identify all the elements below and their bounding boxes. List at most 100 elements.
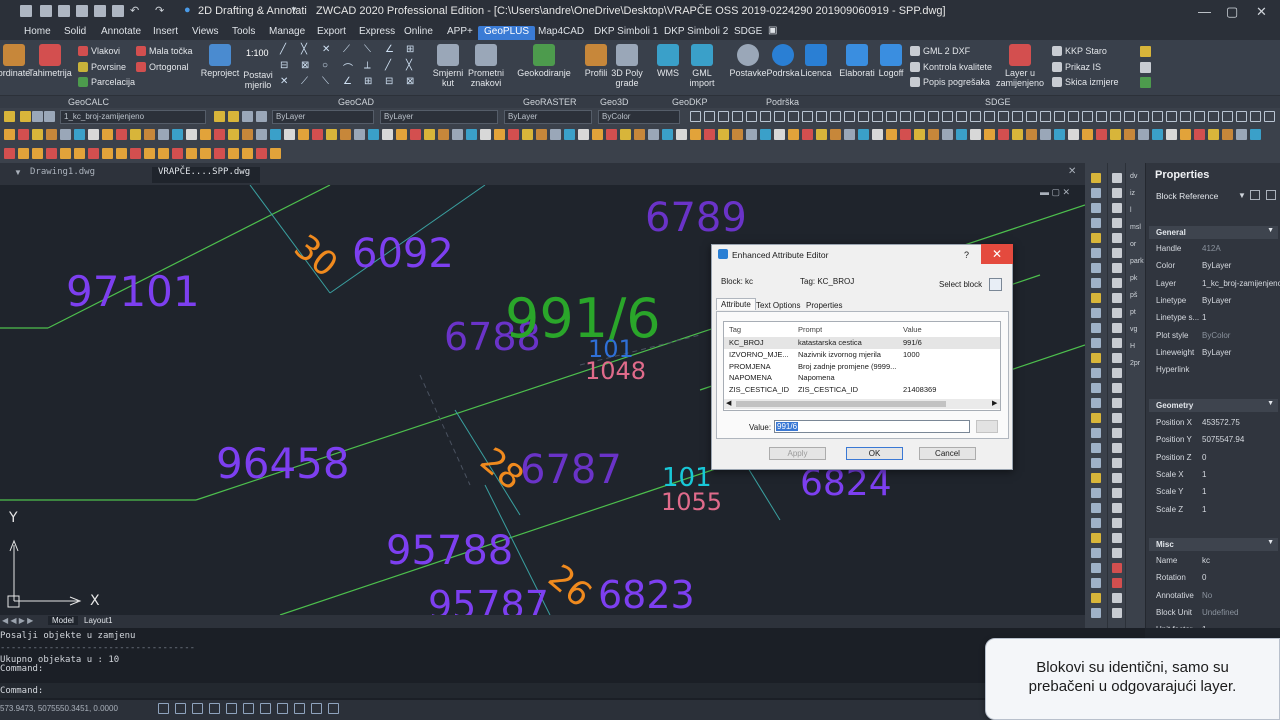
new-file-icon[interactable] [40, 5, 52, 17]
geocad-tool-icon[interactable]: ⌒ [343, 60, 353, 75]
help-button[interactable]: ? [964, 250, 969, 260]
property-value[interactable]: 0 [1202, 573, 1206, 582]
toolbar-icon[interactable] [844, 129, 855, 140]
toolbar-icon[interactable] [102, 129, 113, 140]
draw-tool-icon[interactable] [1091, 278, 1101, 288]
symbol-button[interactable]: msl [1130, 224, 1141, 231]
toolbar-icon[interactable] [676, 129, 687, 140]
attribute-row[interactable]: IZVORNO_MJE... Nazivnik izvornog mjerila 1… [724, 349, 1000, 361]
close-window-button[interactable]: ✕ [1256, 4, 1267, 20]
polar-toggle[interactable] [209, 703, 220, 714]
draw-tool-icon[interactable] [1152, 111, 1163, 122]
draw-tool-icon[interactable] [872, 111, 883, 122]
linetype-combo[interactable]: ByLayer [380, 110, 498, 124]
toolbar-icon[interactable] [508, 129, 519, 140]
grid-toggle[interactable] [175, 703, 186, 714]
tab-properties[interactable]: Properties [804, 300, 844, 311]
toolbar-icon[interactable] [18, 129, 29, 140]
tab-sdge[interactable]: SDGE [728, 26, 768, 40]
toolbar-icon[interactable] [648, 129, 659, 140]
warning-icon[interactable] [1140, 46, 1151, 57]
profili-button[interactable]: Profili [582, 44, 610, 78]
geocad-tool-icon[interactable]: ✕ [280, 76, 288, 87]
prometni-znakovi-button[interactable]: Prometni znakovi [466, 44, 506, 88]
geocad-tool-icon[interactable]: ⊠ [406, 76, 414, 87]
symbol-tool-icon[interactable] [144, 148, 155, 159]
toolbar-icon[interactable] [900, 129, 911, 140]
property-value[interactable]: 5075547.94 [1202, 435, 1244, 444]
toolbar-icon[interactable] [718, 129, 729, 140]
draw-tool-icon[interactable] [1091, 593, 1101, 603]
tab-attribute[interactable]: Attribute [716, 298, 756, 310]
draw-tool-icon[interactable] [1124, 111, 1135, 122]
apply-button[interactable]: Apply [769, 447, 826, 460]
toolbar-icon[interactable] [354, 129, 365, 140]
toolbar-icon[interactable] [326, 129, 337, 140]
toolbar-icon[interactable] [1222, 129, 1233, 140]
toolbar-icon[interactable] [1138, 129, 1149, 140]
symbol-button[interactable]: dv [1130, 173, 1137, 180]
draw-tool-icon[interactable] [1082, 111, 1093, 122]
symbol-button[interactable]: or [1130, 241, 1136, 248]
toolbar-icon[interactable] [1040, 129, 1051, 140]
symbol-button[interactable]: park [1130, 258, 1144, 265]
draw-tool-icon[interactable] [1091, 323, 1101, 333]
modify-tool-icon[interactable] [1112, 263, 1122, 273]
chevron-down-icon[interactable]: ▼ [290, 5, 298, 14]
command-input[interactable]: Command: [0, 683, 1145, 698]
toolbar-icon[interactable] [1194, 129, 1205, 140]
popis-pogresaka-button[interactable]: Popis pogrešaka [910, 77, 990, 87]
layer-u-zamijenjeno-button[interactable]: Layer u zamijenjeno [996, 44, 1044, 88]
attribute-row[interactable]: NAPOMENA Napomena [724, 372, 1000, 384]
draw-tool-icon[interactable] [732, 111, 743, 122]
ribbon-toggle-icon[interactable]: ▣ [768, 25, 777, 36]
toolbar-icon[interactable] [858, 129, 869, 140]
geocad-tool-icon[interactable]: ✕ [322, 44, 330, 55]
modify-tool-icon[interactable] [1112, 248, 1122, 258]
draw-tool-icon[interactable] [1091, 338, 1101, 348]
toolbar-icon[interactable] [368, 129, 379, 140]
dyn-toggle[interactable] [260, 703, 271, 714]
layer-tool-icon[interactable] [20, 111, 31, 122]
draw-tool-icon[interactable] [970, 111, 981, 122]
modify-tool-icon[interactable] [1112, 338, 1122, 348]
draw-tool-icon[interactable] [802, 111, 813, 122]
property-value[interactable]: 0 [1202, 453, 1206, 462]
toolbar-icon[interactable] [1180, 129, 1191, 140]
draw-tool-icon[interactable] [1194, 111, 1205, 122]
toolbar-icon[interactable] [984, 129, 995, 140]
toolbar-icon[interactable] [186, 129, 197, 140]
toolbar-icon[interactable] [228, 129, 239, 140]
value-input[interactable]: 991/6 [774, 420, 970, 433]
tab-dkp-simboli-1[interactable]: DKP Simboli 1 [588, 26, 664, 40]
toolbar-icon[interactable] [732, 129, 743, 140]
otrack-toggle[interactable] [243, 703, 254, 714]
skica-izmjere-button[interactable]: Skica izmjere [1052, 77, 1119, 87]
draw-tool-icon[interactable] [1091, 203, 1101, 213]
draw-tool-icon[interactable] [1091, 518, 1101, 528]
toolbar-icon[interactable] [592, 129, 603, 140]
scroll-thumb[interactable] [736, 401, 946, 407]
modify-tool-icon[interactable] [1112, 473, 1122, 483]
draw-tool-icon[interactable] [1091, 263, 1101, 273]
draw-tool-icon[interactable] [1091, 473, 1101, 483]
toolbar-icon[interactable] [466, 129, 477, 140]
symbol-button[interactable]: vg [1130, 326, 1137, 333]
lineweight-combo[interactable]: ByLayer [504, 110, 592, 124]
symbol-button[interactable]: iz [1130, 190, 1135, 197]
symbol-tool-icon[interactable] [200, 148, 211, 159]
geocad-tool-icon[interactable]: ⟍ [322, 76, 329, 87]
kontrola-kvalitete-button[interactable]: Kontrola kvalitete [910, 62, 992, 72]
ordinate-button[interactable]: ordinate [0, 44, 30, 78]
symbol-tool-icon[interactable] [172, 148, 183, 159]
toolbar-icon[interactable] [1124, 129, 1135, 140]
modify-tool-icon[interactable] [1112, 443, 1122, 453]
modify-tool-icon[interactable] [1112, 518, 1122, 528]
property-value[interactable]: ByColor [1202, 331, 1230, 340]
toolbar-icon[interactable] [1068, 129, 1079, 140]
draw-tool-icon[interactable] [1091, 173, 1101, 183]
draw-tool-icon[interactable] [1138, 111, 1149, 122]
plotstyle-combo[interactable]: ByColor [598, 110, 680, 124]
scroll-right-icon[interactable]: ▶ [992, 399, 997, 407]
snap-toggle[interactable] [158, 703, 169, 714]
